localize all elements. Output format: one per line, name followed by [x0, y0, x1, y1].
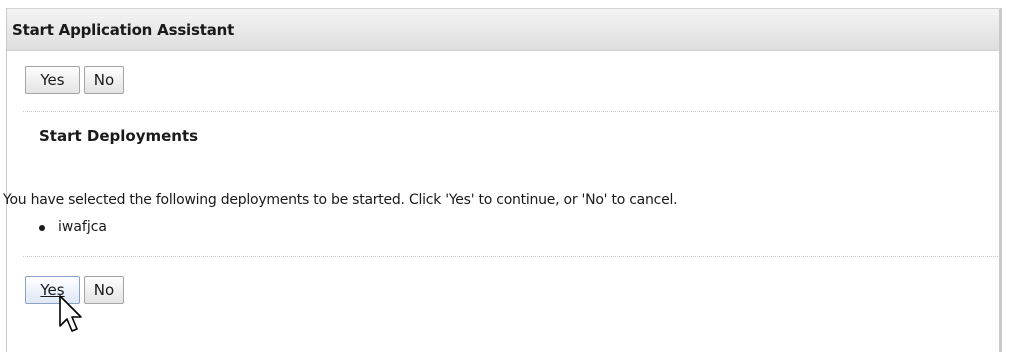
- section-title: Start Deployments: [39, 127, 199, 145]
- divider-top: [23, 111, 998, 112]
- deployment-item: iwafjca: [30, 219, 107, 235]
- start-application-assistant-panel: Start Application Assistant: [6, 8, 1002, 352]
- confirmation-message: You have selected the following deployme…: [3, 192, 678, 208]
- bullet-icon: [39, 225, 45, 231]
- no-button-top[interactable]: No: [84, 66, 124, 94]
- deployment-name: iwafjca: [58, 219, 108, 235]
- title-bar: Start Application Assistant: [7, 9, 999, 51]
- divider-bottom: [23, 256, 998, 257]
- deployment-list: iwafjca: [30, 219, 107, 235]
- no-button-bottom[interactable]: No: [84, 276, 124, 304]
- mouse-pointer-icon: [59, 295, 82, 332]
- yes-button-top[interactable]: Yes: [25, 66, 80, 94]
- panel-title: Start Application Assistant: [12, 21, 235, 39]
